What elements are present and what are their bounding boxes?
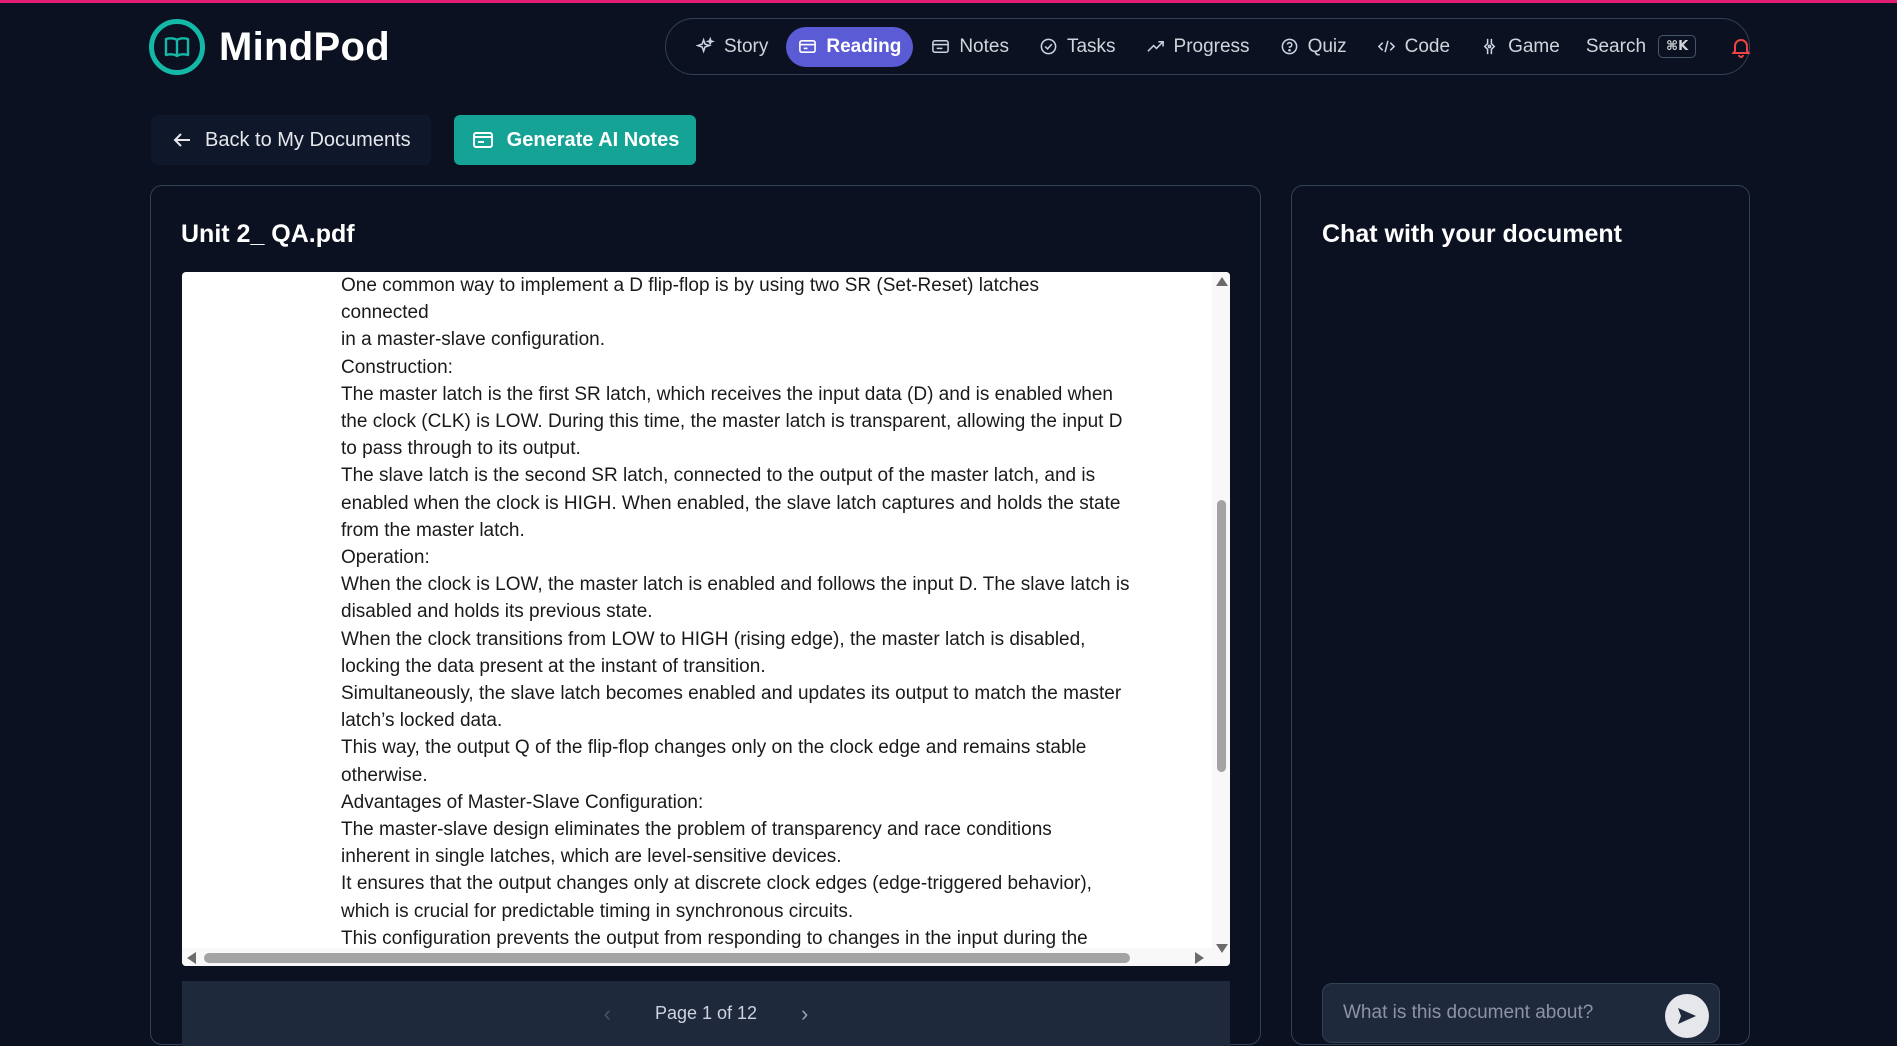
send-button[interactable] xyxy=(1665,994,1709,1038)
document-line: to pass through to its output. xyxy=(341,438,581,460)
document-line: disabled and holds its previous state. xyxy=(341,601,653,623)
chat-input[interactable] xyxy=(1322,983,1720,1043)
document-line: When the clock is LOW, the master latch … xyxy=(341,574,1130,596)
document-line: Simultaneously, the slave latch becomes … xyxy=(341,683,1122,705)
chat-title: Chat with your document xyxy=(1322,220,1622,248)
document-line: otherwise. xyxy=(341,764,428,786)
nav-item-reading[interactable]: Reading xyxy=(786,26,914,67)
nav-item-game[interactable]: Game xyxy=(1468,27,1572,67)
document-line: Operation: xyxy=(341,547,430,569)
vertical-scroll-thumb[interactable] xyxy=(1217,500,1226,772)
search-button[interactable]: Search ⌘K xyxy=(1585,35,1697,58)
document-line: enabled when the clock is HIGH. When ena… xyxy=(341,492,1121,514)
document-line: The master-slave design eliminates the p… xyxy=(341,819,1052,841)
notes-icon xyxy=(932,40,950,53)
nav-item-code[interactable]: Code xyxy=(1365,27,1462,67)
chat-panel: Chat with your document xyxy=(1291,185,1750,1045)
notes-icon xyxy=(472,132,493,148)
scroll-left-arrow-icon[interactable] xyxy=(187,952,196,964)
nav-item-progress[interactable]: Progress xyxy=(1134,27,1262,67)
app-name: MindPod xyxy=(219,24,390,69)
pdf-viewer[interactable]: One common way to implement a D flip-flo… xyxy=(182,272,1230,966)
next-page-chevron-icon[interactable]: › xyxy=(801,1001,808,1027)
document-line: It ensures that the output changes only … xyxy=(341,873,1092,895)
scroll-down-arrow-icon[interactable] xyxy=(1216,944,1228,953)
horizontal-scrollbar[interactable] xyxy=(182,948,1212,966)
back-label: Back to My Documents xyxy=(205,128,411,151)
nav-item-quiz[interactable]: Quiz xyxy=(1268,27,1359,67)
document-line: which is crucial for predictable timing … xyxy=(341,900,854,922)
previous-page-chevron-icon[interactable]: ‹ xyxy=(604,1001,611,1027)
game-icon xyxy=(1483,38,1496,55)
nav-item-label: Game xyxy=(1508,35,1560,57)
nav-item-label: Story xyxy=(724,35,769,57)
document-line: When the clock transitions from LOW to H… xyxy=(341,628,1086,650)
nav-item-label: Reading xyxy=(826,35,902,57)
document-title: Unit 2_ QA.pdf xyxy=(181,220,355,248)
page-navigation: ‹ Page 1 of 12 › xyxy=(182,981,1230,1046)
help-circle-icon xyxy=(1281,38,1297,55)
nav-item-label: Notes xyxy=(959,35,1009,57)
generate-label: Generate AI Notes xyxy=(506,128,680,151)
search-label: Search xyxy=(1585,35,1647,57)
scroll-right-arrow-icon[interactable] xyxy=(1195,952,1204,964)
document-line: The master latch is the first SR latch, … xyxy=(341,383,1113,405)
document-line: inherent in single latches, which are le… xyxy=(341,846,842,868)
code-icon xyxy=(1377,40,1395,53)
top-accent-line xyxy=(0,0,1897,3)
notification-bell-icon[interactable] xyxy=(1730,36,1752,58)
document-text: One common way to implement a D flip-flo… xyxy=(341,272,1131,966)
document-line: from the master latch. xyxy=(341,519,525,541)
nav-item-label: Tasks xyxy=(1066,35,1116,57)
document-line: This way, the output Q of the flip-flop … xyxy=(341,737,1087,759)
nav-item-label: Quiz xyxy=(1307,35,1347,57)
document-line: The slave latch is the second SR latch, … xyxy=(341,465,1096,487)
book-reader-icon xyxy=(799,39,817,54)
arrow-left-icon xyxy=(173,133,190,147)
page-indicator: Page 1 of 12 xyxy=(654,1003,758,1023)
document-panel: Unit 2_ QA.pdf One common way to impleme… xyxy=(150,185,1261,1046)
book-logo-icon xyxy=(149,19,205,75)
nav-item-label: Code xyxy=(1404,35,1451,57)
sparkles-icon xyxy=(696,37,715,54)
generate-ai-notes-button[interactable]: Generate AI Notes xyxy=(454,115,696,165)
search-shortcut-badge: ⌘K xyxy=(1658,35,1697,58)
back-to-documents-button[interactable]: Back to My Documents xyxy=(151,115,431,165)
document-line: latch’s locked data. xyxy=(341,710,503,732)
horizontal-scroll-thumb[interactable] xyxy=(204,953,1130,963)
document-line: Advantages of Master-Slave Configuration… xyxy=(341,791,704,813)
main-nav: Story Reading Notes Tasks Progress Quiz … xyxy=(665,18,1752,75)
trending-up-icon xyxy=(1146,40,1164,52)
document-line: Construction: xyxy=(341,356,453,378)
document-line: the clock (CLK) is LOW. During this time… xyxy=(341,411,1123,433)
nav-item-story[interactable]: Story xyxy=(684,27,780,67)
vertical-scrollbar[interactable] xyxy=(1212,272,1230,966)
nav-item-label: Progress xyxy=(1173,35,1250,57)
document-line: locking the data present at the instant … xyxy=(341,655,766,677)
app-logo[interactable]: MindPod xyxy=(149,19,390,75)
document-line: in a master-slave configuration. xyxy=(341,329,606,351)
send-icon xyxy=(1678,1008,1696,1024)
scroll-up-arrow-icon[interactable] xyxy=(1216,277,1228,286)
check-circle-icon xyxy=(1040,38,1057,55)
nav-item-tasks[interactable]: Tasks xyxy=(1027,27,1128,67)
document-line: One common way to implement a D flip-flo… xyxy=(341,275,1039,324)
nav-item-notes[interactable]: Notes xyxy=(919,27,1021,67)
